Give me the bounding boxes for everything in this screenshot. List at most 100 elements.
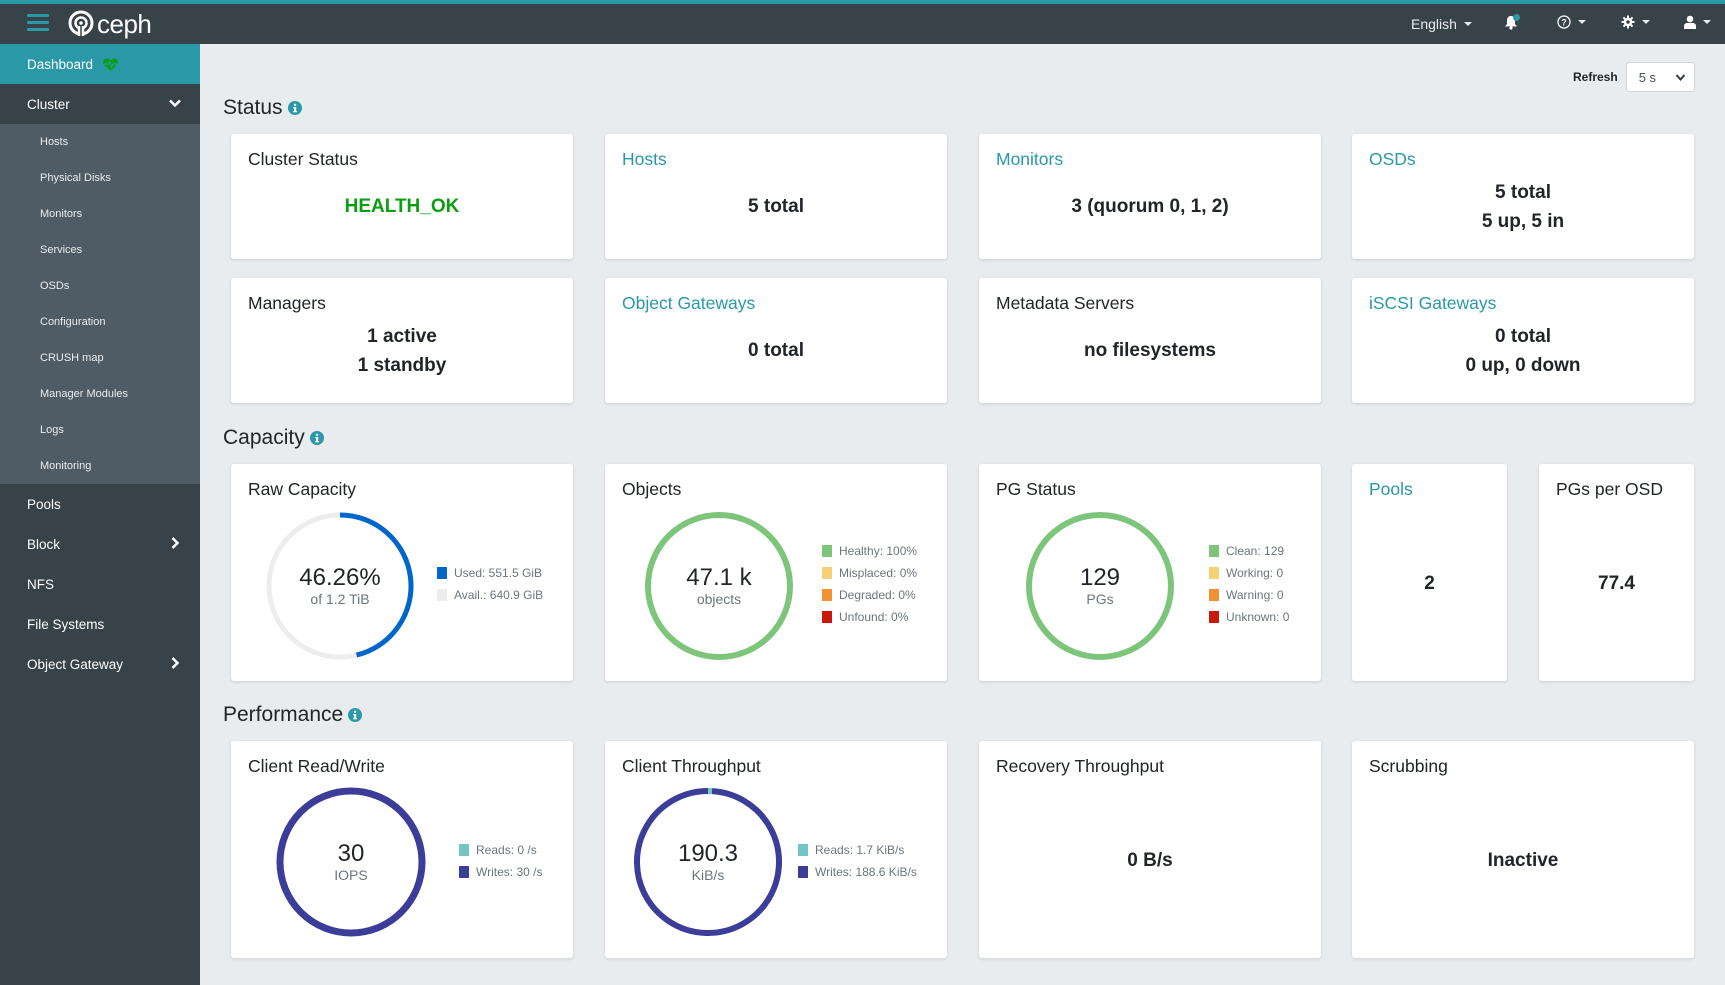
client-rw-chart: 30 IOPS <box>275 786 427 938</box>
user-icon <box>1684 15 1696 29</box>
card-managers: Managers 1 active 1 standby <box>231 278 573 403</box>
legend-item[interactable]: Degraded: 0% <box>822 584 917 606</box>
section-title-text: Status <box>223 96 283 119</box>
legend-item[interactable]: Working: 0 <box>1209 562 1289 584</box>
managers-standby: 1 standby <box>357 355 447 376</box>
help-dropdown[interactable]: ? <box>1557 15 1586 29</box>
sidebar-item-physical-disks[interactable]: Physical Disks <box>0 160 200 196</box>
client-throughput-legend: Reads: 1.7 KiB/s Writes: 188.6 KiB/s <box>798 839 917 883</box>
card-title: Cluster Status <box>248 149 358 169</box>
legend-item[interactable]: Clean: 129 <box>1209 540 1289 562</box>
card-pgs-per-osd: PGs per OSD 77.4 <box>1539 464 1694 681</box>
osds-link[interactable]: OSDs <box>1369 149 1416 170</box>
caret-down-icon <box>1703 20 1711 24</box>
refresh-control: Refresh 5 s <box>1573 62 1695 92</box>
notification-badge <box>1513 14 1520 21</box>
user-dropdown[interactable] <box>1684 15 1711 29</box>
legend-swatch <box>822 545 832 557</box>
sidebar-item-services[interactable]: Services <box>0 232 200 268</box>
ceph-logo-icon <box>68 10 94 38</box>
card-title: Client Throughput <box>622 756 761 776</box>
objects-chart: 47.1 k objects <box>643 510 795 662</box>
object-gateways-link[interactable]: Object Gateways <box>622 293 755 314</box>
legend-item[interactable]: Used: 551.5 GiB <box>437 562 543 584</box>
sidebar: Dashboard Cluster Hosts Physical Disks M… <box>0 44 200 985</box>
sidebar-item-osds[interactable]: OSDs <box>0 268 200 304</box>
section-title-performance: Performance <box>223 703 363 727</box>
sidebar-item-file-systems[interactable]: File Systems <box>0 604 200 644</box>
legend-item[interactable]: Unfound: 0% <box>822 606 917 628</box>
legend-label: Clean: 129 <box>1226 544 1285 558</box>
card-raw-capacity: Raw Capacity 46.26% of 1.2 TiB Used: 551… <box>231 464 573 681</box>
legend-swatch <box>822 611 832 623</box>
legend-label: Writes: 188.6 KiB/s <box>815 865 917 879</box>
section-title-status: Status <box>223 96 302 120</box>
info-icon[interactable] <box>287 101 302 115</box>
sidebar-item-nfs[interactable]: NFS <box>0 564 200 604</box>
card-object-gateways: Object Gateways 0 total <box>605 278 947 403</box>
card-title: Objects <box>622 479 682 499</box>
sidebar-item-cluster[interactable]: Cluster <box>0 84 200 124</box>
legend-label: Misplaced: 0% <box>839 566 918 580</box>
objects-count: 47.1 k <box>686 564 752 591</box>
legend-item[interactable]: Misplaced: 0% <box>822 562 917 584</box>
legend-label: Writes: 30 /s <box>476 865 543 879</box>
managers-active: 1 active <box>367 326 437 347</box>
info-icon[interactable] <box>348 708 363 722</box>
card-objects: Objects 47.1 k objects Healthy: 100% Mis… <box>605 464 947 681</box>
raw-capacity-chart: 46.26% of 1.2 TiB <box>264 510 416 662</box>
sidebar-item-monitoring[interactable]: Monitoring <box>0 448 200 484</box>
card-metadata-servers: Metadata Servers no filesystems <box>979 278 1321 403</box>
legend-item[interactable]: Reads: 0 /s <box>459 839 542 861</box>
settings-dropdown[interactable] <box>1621 15 1650 29</box>
iscsi-gateways-link[interactable]: iSCSI Gateways <box>1369 293 1496 314</box>
sidebar-item-dashboard[interactable]: Dashboard <box>0 44 200 84</box>
legend-item[interactable]: Warning: 0 <box>1209 584 1289 606</box>
sidebar-item-block[interactable]: Block <box>0 524 200 564</box>
card-title: Client Read/Write <box>248 756 385 776</box>
sidebar-item-configuration[interactable]: Configuration <box>0 304 200 340</box>
monitors-link[interactable]: Monitors <box>996 149 1063 170</box>
sidebar-item-object-gateway[interactable]: Object Gateway <box>0 644 200 684</box>
sidebar-item-label: File Systems <box>27 616 105 632</box>
objects-unit: objects <box>696 591 742 607</box>
card-title: Scrubbing <box>1369 756 1448 776</box>
sidebar-item-manager-modules[interactable]: Manager Modules <box>0 376 200 412</box>
raw-capacity-total: of 1.2 TiB <box>310 591 370 607</box>
language-dropdown[interactable]: English <box>1411 16 1472 32</box>
card-monitors: Monitors 3 (quorum 0, 1, 2) <box>979 134 1321 259</box>
legend-label: Degraded: 0% <box>839 588 916 602</box>
legend-item[interactable]: Healthy: 100% <box>822 540 917 562</box>
svg-text:?: ? <box>1561 18 1567 28</box>
iscsi-up-down: 0 up, 0 down <box>1465 355 1581 376</box>
hosts-value: 5 total <box>748 196 804 217</box>
refresh-interval-select[interactable]: 5 s <box>1625 62 1695 92</box>
legend-item[interactable]: Reads: 1.7 KiB/s <box>798 839 917 861</box>
legend-item[interactable]: Writes: 30 /s <box>459 861 542 883</box>
legend-item[interactable]: Writes: 188.6 KiB/s <box>798 861 917 883</box>
sidebar-item-pools[interactable]: Pools <box>0 484 200 524</box>
pg-status-chart: 129 PGs <box>1024 510 1176 662</box>
sidebar-item-label: Block <box>27 536 61 552</box>
info-icon[interactable] <box>309 431 324 445</box>
sidebar-item-logs[interactable]: Logs <box>0 412 200 448</box>
pools-link[interactable]: Pools <box>1369 479 1413 500</box>
pg-count: 129 <box>1079 564 1121 591</box>
raw-capacity-percent: 46.26% <box>299 564 381 591</box>
legend-swatch <box>1209 545 1219 557</box>
hosts-link[interactable]: Hosts <box>622 149 667 170</box>
legend-item[interactable]: Avail.: 640.9 GiB <box>437 584 543 606</box>
notifications-button[interactable] <box>1504 14 1520 30</box>
legend-item[interactable]: Unknown: 0 <box>1209 606 1289 628</box>
caret-down-icon <box>1642 20 1650 24</box>
sidebar-item-hosts[interactable]: Hosts <box>0 124 200 160</box>
menu-icon[interactable] <box>27 14 49 34</box>
brand-logo[interactable]: ceph <box>68 10 152 38</box>
legend-label: Warning: 0 <box>1226 588 1284 602</box>
iops-unit: IOPS <box>334 867 368 883</box>
sidebar-item-crush-map[interactable]: CRUSH map <box>0 340 200 376</box>
sidebar-item-label: Pools <box>27 496 61 512</box>
sidebar-item-monitors[interactable]: Monitors <box>0 196 200 232</box>
cluster-submenu: Hosts Physical Disks Monitors Services O… <box>0 124 200 484</box>
pools-value: 2 <box>1424 573 1435 594</box>
